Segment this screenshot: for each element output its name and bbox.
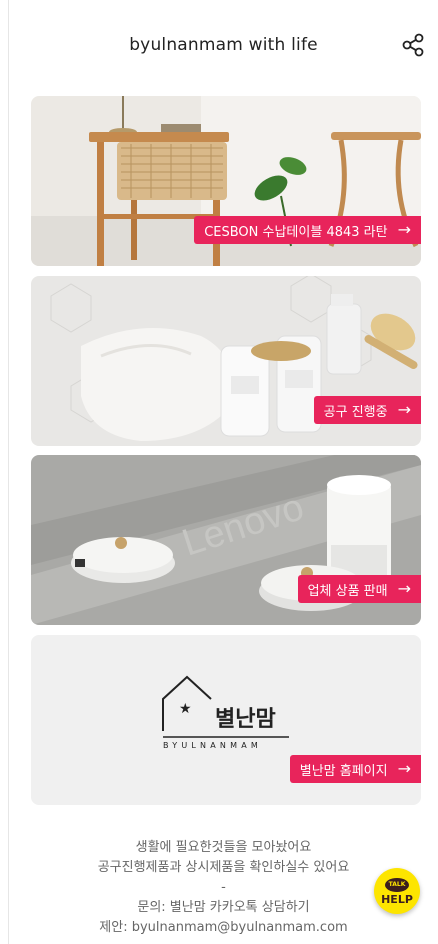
page-title: byulnanmam with life bbox=[129, 35, 318, 55]
arrow-right-icon: → bbox=[397, 579, 411, 598]
help-label: HELP bbox=[381, 892, 413, 906]
card-rattan-table[interactable]: CESBON 수납테이블 4843 라탄 → bbox=[31, 96, 421, 266]
talk-bubble-icon: TALK bbox=[385, 877, 409, 892]
arrow-right-icon: → bbox=[397, 220, 411, 239]
logo-korean-text: 별난맘 bbox=[215, 707, 276, 732]
svg-text:★: ★ bbox=[179, 701, 192, 717]
cta-label[interactable]: 공구 진행중 → bbox=[313, 396, 421, 424]
card-homepage[interactable]: ★ 별난맘 BYULNANMAM 별난맘 홈페이지 → bbox=[31, 635, 421, 805]
arrow-right-icon: → bbox=[397, 759, 411, 778]
cta-label[interactable]: CESBON 수납테이블 4843 라탄 → bbox=[194, 216, 421, 244]
share-icon[interactable] bbox=[400, 32, 426, 58]
arrow-right-icon: → bbox=[397, 400, 411, 419]
footer-email[interactable]: 제안: byulnanmam@byulnanmam.com bbox=[9, 918, 438, 938]
footer-contact[interactable]: 문의: 별난맘 카카오톡 상담하기 bbox=[9, 898, 438, 918]
card-vendor-products[interactable]: Lenovo 업체 상품 판매 → bbox=[31, 455, 421, 625]
header: byulnanmam with life bbox=[9, 0, 438, 90]
footer-line: 생활에 필요한것들을 모아놨어요 bbox=[135, 840, 312, 855]
cta-label[interactable]: 별난맘 홈페이지 → bbox=[289, 755, 421, 783]
logo-english-text: BYULNANMAM bbox=[163, 741, 262, 750]
page-frame: byulnanmam with life CESBON 수납테이블 4843 라… bbox=[8, 0, 438, 944]
card-group-buying[interactable]: 공구 진행중 → bbox=[31, 276, 421, 446]
footer-line: 공구진행제품과 상시제품을 확인하실수 있어요 bbox=[97, 860, 350, 875]
kakao-help-button[interactable]: TALK HELP bbox=[374, 868, 420, 914]
cta-label[interactable]: 업체 상품 판매 → bbox=[297, 575, 421, 603]
